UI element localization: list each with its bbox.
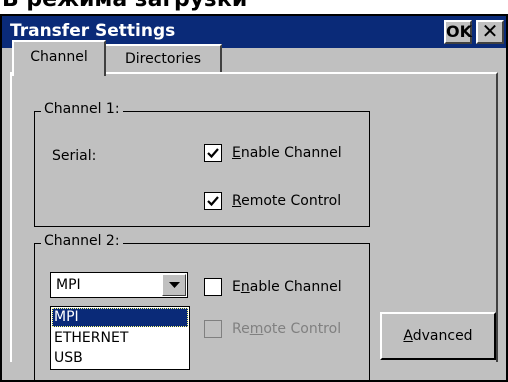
close-button[interactable]: ✕ [476, 20, 504, 44]
ok-button[interactable]: OK [444, 20, 472, 44]
caption-strip: В режима загрузки [0, 0, 508, 14]
protocol-dropdown-list: MPI ETHERNET USB [50, 306, 190, 370]
tab-channel[interactable]: Channel [12, 40, 106, 76]
caption-text: В режима загрузки [2, 0, 247, 12]
window-title: Transfer Settings [10, 21, 176, 41]
protocol-option-ethernet[interactable]: ETHERNET [52, 329, 188, 348]
protocol-option-usb[interactable]: USB [52, 349, 188, 368]
tab-directories[interactable]: Directories [104, 44, 222, 74]
protocol-option-mpi[interactable]: MPI [52, 308, 188, 327]
